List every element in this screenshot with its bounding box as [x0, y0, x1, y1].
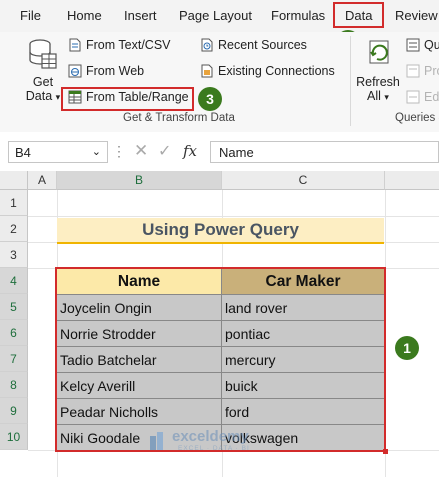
formula-input[interactable]: Name: [210, 141, 439, 163]
row-header-7[interactable]: 7: [0, 346, 28, 372]
recent-sources-button[interactable]: Recent Sources: [200, 38, 307, 52]
group-label-get-transform: Get & Transform Data: [123, 112, 235, 124]
queries-connections-button[interactable]: Qu: [406, 38, 439, 52]
formula-buttons: ✕ ✓ fx: [126, 141, 202, 163]
chevron-down-icon: ▾: [55, 92, 61, 102]
fill-handle[interactable]: [383, 449, 388, 454]
row-header-10[interactable]: 10: [0, 424, 28, 450]
group-label-queries: Queries &: [395, 112, 439, 124]
exceldemy-logo-icon: [150, 432, 163, 450]
refresh-icon: [369, 40, 389, 64]
existing-connections-button[interactable]: Existing Connections: [200, 64, 335, 78]
properties-button[interactable]: Pro: [406, 64, 439, 78]
enter-check-icon[interactable]: ✓: [158, 141, 171, 161]
from-web-label: From Web: [86, 64, 145, 78]
from-web-button[interactable]: From Web: [68, 64, 144, 78]
from-text-csv-button[interactable]: From Text/CSV: [68, 38, 171, 52]
connections-file-icon: [201, 64, 213, 78]
chevron-down-icon: ▾: [384, 92, 389, 102]
from-table-range-highlight: [61, 87, 194, 111]
properties-label: Pro: [424, 64, 439, 78]
tab-home[interactable]: Home: [67, 8, 102, 23]
name-box-value: B4: [15, 145, 31, 160]
text-file-icon: [69, 38, 81, 52]
step-badge-1: 1: [395, 336, 419, 360]
column-header-a[interactable]: A: [28, 171, 57, 190]
name-box[interactable]: B4 ⌄: [8, 141, 108, 163]
edit-links-icon: [406, 90, 420, 104]
table-selection-highlight: [55, 267, 386, 452]
from-text-csv-label: From Text/CSV: [86, 38, 171, 52]
chevron-down-icon[interactable]: ⌄: [92, 145, 101, 158]
watermark-brand: exceldemy: [172, 428, 249, 445]
database-table-icon: [29, 39, 57, 69]
refresh-all-button[interactable]: Refresh All ▾: [356, 38, 400, 104]
queries-icon: [406, 38, 420, 52]
refresh-label: Refresh: [356, 75, 400, 89]
existing-connections-label: Existing Connections: [218, 64, 335, 78]
row-header-1[interactable]: 1: [0, 190, 28, 216]
tab-review[interactable]: Review: [395, 8, 438, 23]
queries-label: Qu: [424, 38, 439, 52]
row-header-8[interactable]: 8: [0, 372, 28, 398]
watermark-tagline: EXCEL · DATA · BI: [178, 445, 250, 452]
cancel-icon[interactable]: ✕: [134, 141, 148, 161]
column-header-b[interactable]: B: [57, 171, 222, 190]
get-data-label-2: Data: [25, 89, 53, 103]
sheet-title[interactable]: Using Power Query: [57, 218, 384, 244]
recent-sources-label: Recent Sources: [218, 38, 307, 52]
tab-page-layout[interactable]: Page Layout: [179, 8, 252, 23]
gridline: [28, 216, 439, 217]
step-badge-3: 3: [198, 87, 222, 111]
properties-icon: [406, 64, 420, 78]
refresh-label-line2: All ▾: [356, 89, 400, 103]
row-header-3[interactable]: 3: [0, 242, 28, 268]
row-header-6[interactable]: 6: [0, 320, 28, 346]
row-header-9[interactable]: 9: [0, 398, 28, 424]
edit-links-button[interactable]: Ed: [406, 90, 439, 104]
more-options-icon[interactable]: ⋮: [112, 143, 127, 160]
tab-formulas[interactable]: Formulas: [271, 8, 325, 23]
data-tab-highlight: [333, 2, 384, 28]
web-page-icon: [68, 64, 82, 78]
refresh-label-2: All: [367, 89, 381, 103]
tab-insert[interactable]: Insert: [124, 8, 157, 23]
column-header-c[interactable]: C: [222, 171, 385, 190]
exceldemy-watermark: exceldemy EXCEL · DATA · BI: [148, 428, 298, 454]
ribbon-group-separator: [350, 36, 351, 126]
clock-file-icon: [201, 38, 213, 52]
select-all-corner[interactable]: [0, 171, 28, 190]
insert-function-icon[interactable]: fx: [183, 142, 197, 160]
row-header-2[interactable]: 2: [0, 216, 28, 242]
row-header-5[interactable]: 5: [0, 294, 28, 320]
edit-links-label: Ed: [424, 90, 439, 104]
tab-file[interactable]: File: [20, 8, 41, 23]
column-header-extra[interactable]: [385, 171, 439, 190]
row-header-4[interactable]: 4: [0, 268, 28, 294]
